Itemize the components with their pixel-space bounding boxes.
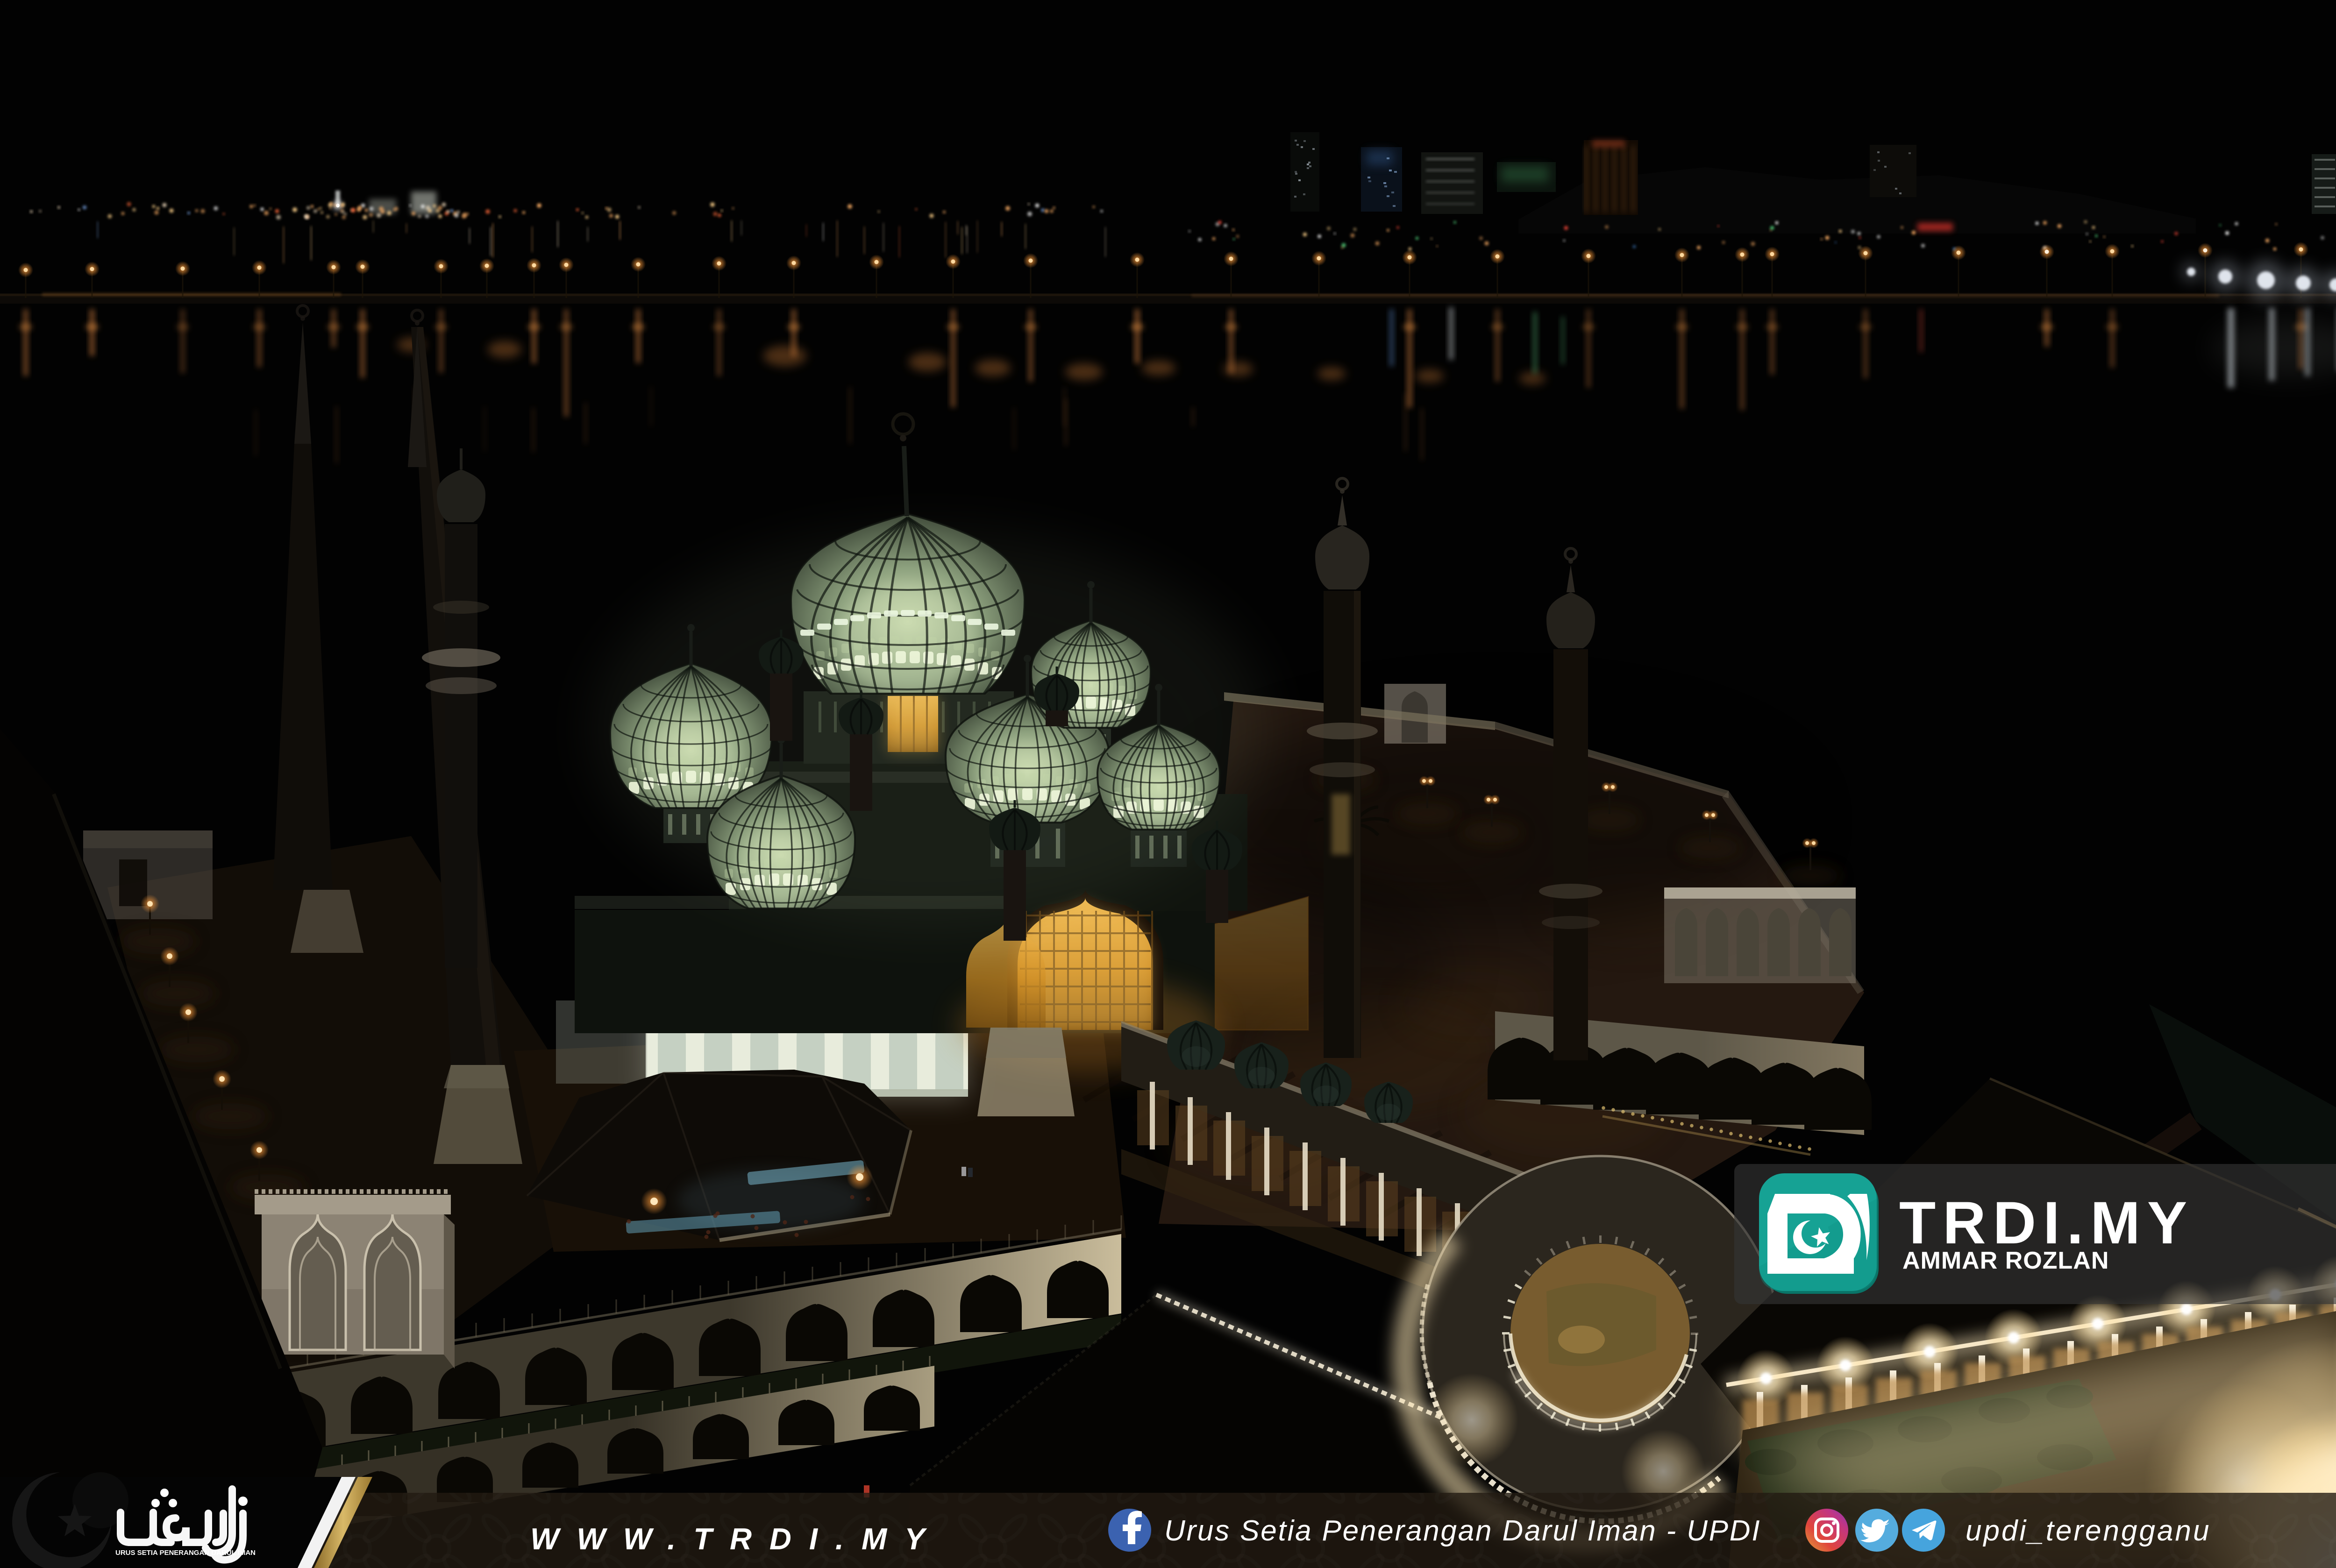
svg-text:WWW.TRDI.MY: WWW.TRDI.MY	[530, 1522, 943, 1556]
svg-text:Urus Setia Penerangan Darul Im: Urus Setia Penerangan Darul Iman - UPDI	[1164, 1515, 1761, 1547]
svg-text:AMMAR ROZLAN: AMMAR ROZLAN	[1902, 1247, 2109, 1274]
svg-text:updi_terengganu: updi_terengganu	[1966, 1515, 2211, 1547]
svg-text:URUS SETIA PENERANGAN DARUL IM: URUS SETIA PENERANGAN DARUL IMAN	[115, 1549, 256, 1557]
svg-text:TRDI.MY: TRDI.MY	[1899, 1190, 2194, 1256]
